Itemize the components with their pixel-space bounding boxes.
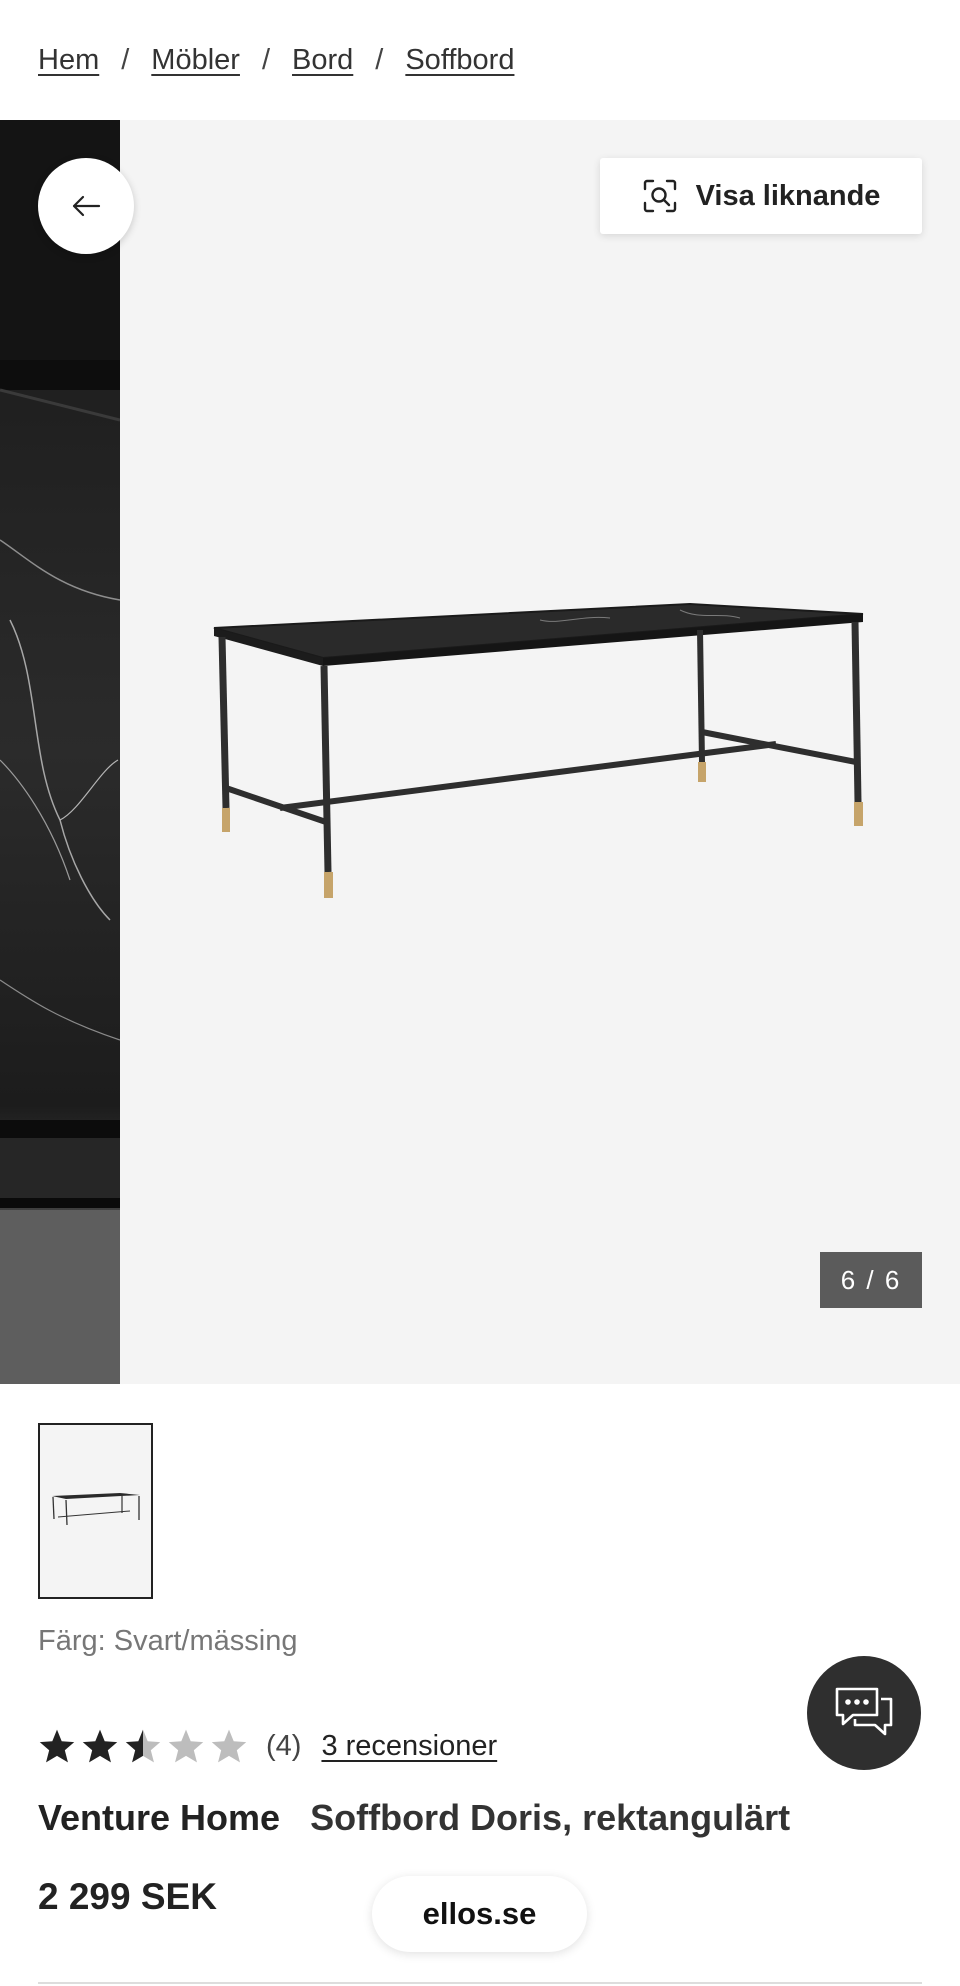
chat-bubbles-icon [835,1687,893,1736]
half-star-icon [125,1729,161,1763]
previous-product-image[interactable] [0,120,120,1384]
image-counter: 6 / 6 [820,1252,922,1308]
product-name: Soffbord Doris, rektangulärt [310,1797,791,1838]
thumbnail-image[interactable] [38,1423,153,1599]
star-empty-icon [211,1729,247,1763]
breadcrumb-link-soffbord[interactable]: Soffbord [405,44,514,77]
product-image-gallery[interactable]: Visa liknande 6 / 6 [0,120,960,1384]
site-badge: ellos.se [372,1876,587,1952]
breadcrumb: Hem / Möbler / Bord / Soffbord [38,38,514,82]
arrow-left-icon [72,195,101,217]
previous-image-button[interactable] [38,158,134,254]
breadcrumb-link-bord[interactable]: Bord [292,44,353,77]
show-similar-button[interactable]: Visa liknande [600,158,922,234]
breadcrumb-separator: / [121,43,130,76]
show-similar-label: Visa liknande [695,179,881,212]
breadcrumb-separator: / [261,43,271,76]
coffee-table-thumbnail [52,1493,140,1526]
product-brand[interactable]: Venture Home [38,1797,280,1838]
product-title: Venture Home Soffbord Doris, rektangulär… [38,1797,790,1839]
main-product-image[interactable] [120,120,960,1384]
star-empty-icon [168,1729,204,1763]
coffee-table-image [213,602,864,898]
breadcrumb-link-mobler[interactable]: Möbler [151,44,240,77]
chat-button[interactable] [807,1656,921,1770]
breadcrumb-link-hem[interactable]: Hem [38,44,99,77]
color-label: Färg: Svart/mässing [38,1625,298,1657]
reviews-link[interactable]: 3 recensioner [321,1730,497,1763]
visual-search-icon [643,179,676,213]
divider [38,1982,922,1984]
breadcrumb-separator: / [375,43,384,76]
star-icon [39,1729,75,1763]
product-rating: (4) 3 recensioner [38,1721,497,1771]
rating-count: (4) [266,1729,302,1762]
marble-closeup-image [0,120,120,1384]
star-icon [82,1729,118,1763]
rating-stars [38,1728,248,1764]
product-price: 2 299 SEK [38,1876,217,1917]
